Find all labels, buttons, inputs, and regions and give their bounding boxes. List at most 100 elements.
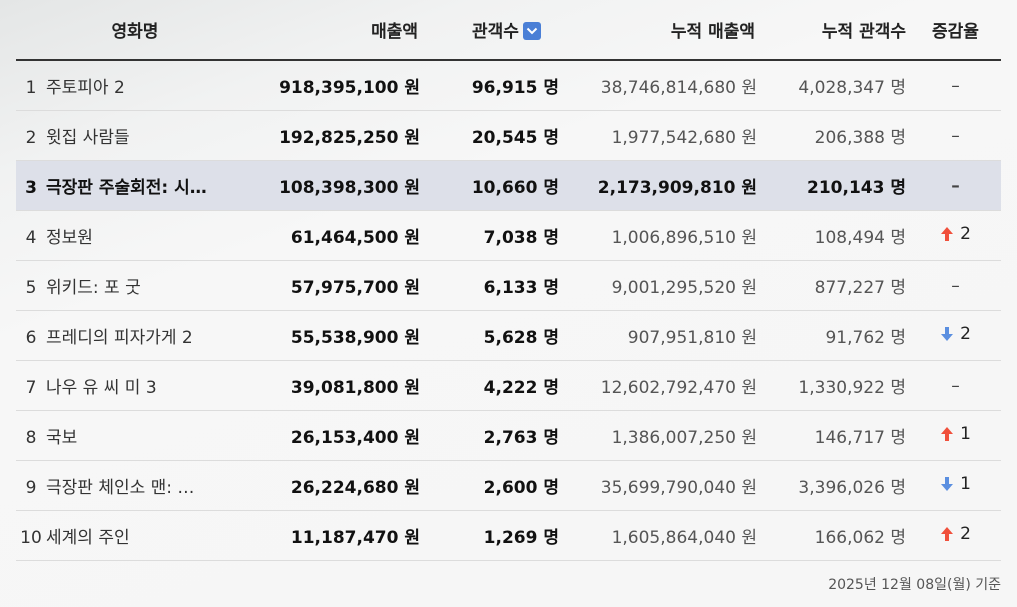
table-row[interactable]: 5 위키드: 포 굿 57,975,700 원 6,133 명 9,001,295,52…: [16, 260, 1001, 311]
table-row[interactable]: 2 윗집 사람들 192,825,250 원 20,545 명 1,977,542,68…: [16, 110, 1001, 161]
change-cell: –: [910, 110, 1001, 161]
change-cell: –: [910, 260, 1001, 311]
rank-number: 5: [25, 278, 37, 298]
box-office-table-container: 영화명 매출액 관객수 누적 매출액 누적 관객수 증감율 1 주토피아 2 918…: [16, 0, 1001, 561]
change-indicator: 2: [940, 224, 971, 244]
header-cum-sales-label: 누적 매출액: [670, 22, 755, 42]
arrow-down-icon: [941, 327, 954, 341]
movie-cell[interactable]: 6 프레디의 피자가게 2: [16, 310, 254, 361]
change-indicator: 2: [940, 324, 971, 344]
cum-audience-cell: 146,717 명: [761, 410, 910, 461]
table-row[interactable]: 9 극장판 체인소 맨: … 26,224,680 원 2,600 명 35,699,7…: [16, 460, 1001, 511]
table-row[interactable]: 3 극장판 주술회전: 시… 108,398,300 원 10,660 명 2,173,…: [16, 160, 1001, 211]
rank-number: 7: [25, 378, 37, 398]
movie-cell[interactable]: 9 극장판 체인소 맨: …: [16, 460, 254, 511]
table-row[interactable]: 8 국보 26,153,400 원 2,763 명 1,386,007,250 원 146…: [16, 410, 1001, 461]
movie-cell[interactable]: 10 세계의 주인: [16, 510, 254, 561]
box-office-table: 영화명 매출액 관객수 누적 매출액 누적 관객수 증감율 1 주토피아 2 918…: [16, 0, 1001, 561]
header-cum-audience-label: 누적 관객수: [821, 22, 906, 42]
rank-number: 3: [25, 178, 37, 198]
audience-cell: 20,545 명: [424, 110, 559, 161]
cum-audience-cell: 3,396,026 명: [761, 460, 910, 511]
rank-number: 2: [25, 128, 37, 148]
change-cell: 2: [910, 510, 1001, 561]
sales-cell: 918,395,100 원: [254, 60, 424, 111]
movie-title-link[interactable]: 프레디의 피자가게 2: [46, 328, 193, 348]
table-row[interactable]: 6 프레디의 피자가게 2 55,538,900 원 5,628 명 907,951,8…: [16, 310, 1001, 361]
table-row[interactable]: 7 나우 유 씨 미 3 39,081,800 원 4,222 명 12,602,792…: [16, 360, 1001, 411]
audience-cell: 4,222 명: [424, 360, 559, 411]
arrow-up-icon: [941, 427, 954, 441]
sales-cell: 39,081,800 원: [254, 360, 424, 411]
movie-title-link[interactable]: 윗집 사람들: [46, 128, 130, 148]
change-value: 1: [960, 474, 971, 494]
movie-title-link[interactable]: 국보: [46, 428, 77, 448]
sales-cell: 55,538,900 원: [254, 310, 424, 361]
header-cum-audience[interactable]: 누적 관객수: [761, 0, 910, 61]
arrow-up-icon: [941, 227, 954, 241]
audience-cell: 5,628 명: [424, 310, 559, 361]
cum-sales-cell: 1,006,896,510 원: [559, 210, 761, 261]
table-row[interactable]: 1 주토피아 2 918,395,100 원 96,915 명 38,746,814,6…: [16, 60, 1001, 111]
movie-cell[interactable]: 3 극장판 주술회전: 시…: [16, 160, 254, 211]
rank-number: 10: [20, 528, 42, 548]
movie-title-link[interactable]: 정보원: [46, 228, 93, 248]
cum-audience-cell: 210,143 명: [761, 160, 910, 211]
audience-cell: 6,133 명: [424, 260, 559, 311]
movie-cell[interactable]: 2 윗집 사람들: [16, 110, 254, 161]
header-sales-label: 매출액: [371, 22, 418, 42]
change-value: 2: [960, 324, 971, 344]
movie-title-link[interactable]: 극장판 체인소 맨: …: [46, 478, 194, 498]
no-change-dash: –: [951, 125, 960, 146]
movie-title-link[interactable]: 세계의 주인: [46, 528, 130, 548]
table-header-row: 영화명 매출액 관객수 누적 매출액 누적 관객수 증감율: [16, 0, 1001, 61]
header-cum-sales[interactable]: 누적 매출액: [559, 0, 761, 61]
cum-audience-cell: 4,028,347 명: [761, 60, 910, 111]
header-sales[interactable]: 매출액: [254, 0, 424, 61]
rank-number: 4: [25, 228, 37, 248]
cum-sales-cell: 907,951,810 원: [559, 310, 761, 361]
cum-sales-cell: 9,001,295,520 원: [559, 260, 761, 311]
movie-title-link[interactable]: 나우 유 씨 미 3: [46, 378, 157, 398]
change-value: 1: [960, 424, 971, 444]
movie-cell[interactable]: 5 위키드: 포 굿: [16, 260, 254, 311]
table-row[interactable]: 10 세계의 주인 11,187,470 원 1,269 명 1,605,864,040…: [16, 510, 1001, 561]
reference-date: 2025년 12월 08일(월) 기준: [828, 577, 1001, 593]
change-indicator: 1: [940, 424, 971, 444]
header-movie-label: 영화명: [111, 22, 159, 42]
cum-audience-cell: 166,062 명: [761, 510, 910, 561]
movie-cell[interactable]: 4 정보원: [16, 210, 254, 261]
audience-cell: 1,269 명: [424, 510, 559, 561]
rank-number: 8: [25, 428, 37, 448]
rank-number: 9: [25, 478, 37, 498]
movie-cell[interactable]: 8 국보: [16, 410, 254, 461]
movie-title-link[interactable]: 위키드: 포 굿: [46, 278, 141, 298]
no-change-dash: –: [951, 275, 960, 296]
chevron-down-icon[interactable]: [522, 22, 541, 40]
cum-sales-cell: 1,605,864,040 원: [559, 510, 761, 561]
table-row[interactable]: 4 정보원 61,464,500 원 7,038 명 1,006,896,510 원 10…: [16, 210, 1001, 261]
cum-sales-cell: 1,977,542,680 원: [559, 110, 761, 161]
audience-cell: 7,038 명: [424, 210, 559, 261]
no-change-dash: –: [951, 375, 960, 396]
header-audience[interactable]: 관객수: [424, 0, 559, 61]
audience-cell: 2,763 명: [424, 410, 559, 461]
rank-number: 6: [25, 328, 37, 348]
cum-audience-cell: 1,330,922 명: [761, 360, 910, 411]
change-indicator: 1: [940, 474, 971, 494]
cum-audience-cell: 877,227 명: [761, 260, 910, 311]
change-cell: 1: [910, 410, 1001, 461]
movie-title-link[interactable]: 주토피아 2: [46, 78, 125, 98]
audience-cell: 2,600 명: [424, 460, 559, 511]
cum-audience-cell: 108,494 명: [761, 210, 910, 261]
movie-title-link[interactable]: 극장판 주술회전: 시…: [46, 178, 207, 198]
no-change-dash: –: [951, 75, 960, 96]
movie-cell[interactable]: 7 나우 유 씨 미 3: [16, 360, 254, 411]
change-value: 2: [960, 524, 971, 544]
arrow-down-icon: [941, 477, 954, 491]
sales-cell: 26,153,400 원: [254, 410, 424, 461]
header-change[interactable]: 증감율: [910, 0, 1001, 61]
header-movie[interactable]: 영화명: [16, 0, 254, 61]
movie-cell[interactable]: 1 주토피아 2: [16, 60, 254, 111]
change-cell: –: [910, 60, 1001, 111]
